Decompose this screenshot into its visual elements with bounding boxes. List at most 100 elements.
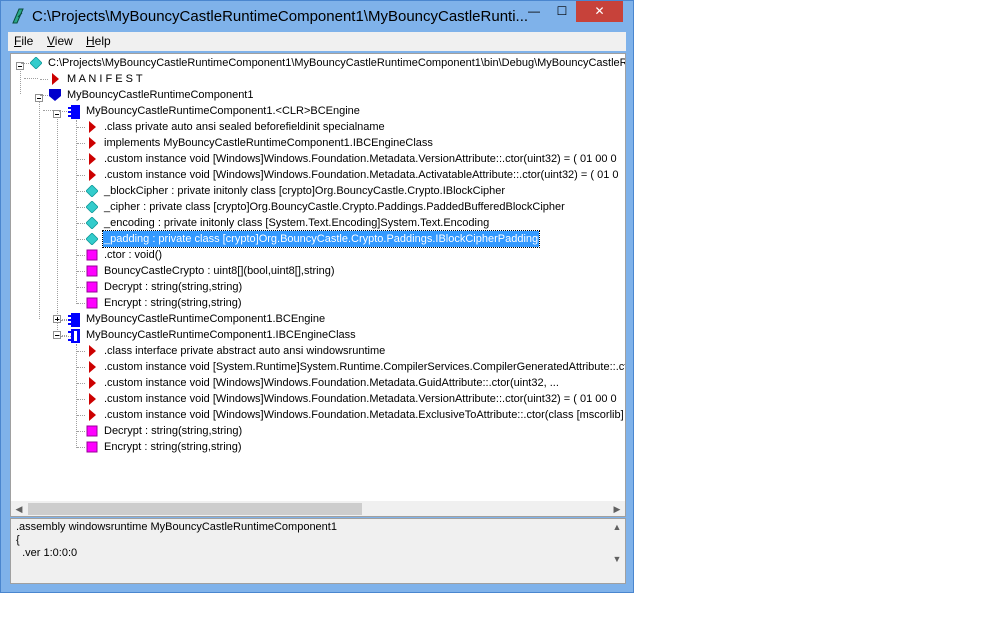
tree-node[interactable]: Decrypt : string(string,string) [77, 279, 625, 295]
tree-node[interactable]: Encrypt : string(string,string) [77, 295, 625, 311]
tree-view[interactable]: C:\Projects\MyBouncyCastleRuntimeCompone… [10, 53, 626, 517]
tree-line [77, 159, 85, 160]
tree-node[interactable]: MyBouncyCastleRuntimeComponent1.IBCEngin… [59, 327, 625, 343]
tree-node[interactable]: .class interface private abstract auto a… [77, 343, 625, 359]
tree-line [21, 63, 29, 64]
detail-pane[interactable]: .assembly windowsruntime MyBouncyCastleR… [10, 518, 626, 584]
tree-node[interactable]: .custom instance void [Windows]Windows.F… [77, 407, 625, 423]
square-magenta-icon [86, 281, 98, 293]
tree-node-label: MyBouncyCastleRuntimeComponent1.<CLR>BCE… [86, 105, 360, 117]
tree-line [77, 271, 85, 272]
scroll-right-icon[interactable]: ▶ [609, 501, 625, 516]
tree-line [77, 367, 85, 368]
scroll-left-icon[interactable]: ◀ [11, 501, 27, 516]
triangle-red-icon [86, 137, 98, 149]
tree-node[interactable]: implements MyBouncyCastleRuntimeComponen… [77, 135, 625, 151]
tree-node-label: .custom instance void [Windows]Windows.F… [104, 393, 617, 405]
tree-node-label: MyBouncyCastleRuntimeComponent1 [67, 89, 254, 101]
tree-node[interactable]: .custom instance void [Windows]Windows.F… [77, 391, 625, 407]
horizontal-scrollbar[interactable]: ◀ ▶ [11, 501, 625, 516]
tree-node-label: MyBouncyCastleRuntimeComponent1.IBCEngin… [86, 329, 356, 341]
tree-line [40, 79, 48, 80]
tree-node[interactable]: M A N I F E S T [40, 71, 625, 87]
window-title: C:\Projects\MyBouncyCastleRuntimeCompone… [32, 8, 529, 25]
tree-node-label: .custom instance void [Windows]Windows.F… [104, 409, 624, 421]
square-magenta-icon [86, 425, 98, 437]
tree-node[interactable]: Decrypt : string(string,string) [77, 423, 625, 439]
tree-node[interactable]: Encrypt : string(string,string) [77, 439, 625, 455]
tree-line [77, 175, 85, 176]
tree-node-label: .class private auto ansi sealed beforefi… [104, 121, 385, 133]
triangle-red-icon [86, 409, 98, 421]
tree-node[interactable]: MyBouncyCastleRuntimeComponent1 [40, 87, 625, 103]
menu-help[interactable]: Help [86, 34, 111, 48]
tree-node-label: .custom instance void [Windows]Windows.F… [104, 377, 559, 389]
tree-line [57, 115, 58, 336]
menu-help-label: elp [94, 34, 111, 48]
minimize-button[interactable]: — [520, 1, 548, 22]
tree-node[interactable]: .custom instance void [Windows]Windows.F… [77, 167, 625, 183]
triangle-red-icon [86, 393, 98, 405]
vertical-scrollbar[interactable]: ▲ ▼ [609, 519, 625, 583]
interface-blue-icon [68, 329, 80, 343]
tree-line [77, 191, 85, 192]
tree-node[interactable]: _blockCipher : private initonly class [c… [77, 183, 625, 199]
close-button[interactable]: ✕ [576, 1, 623, 22]
tree-node[interactable]: MyBouncyCastleRuntimeComponent1.BCEngine [59, 311, 625, 327]
class-blue-icon [68, 313, 80, 327]
diamond-cyan-icon [85, 200, 99, 214]
tree-node[interactable]: .custom instance void [Windows]Windows.F… [77, 375, 625, 391]
app-window: C:\Projects\MyBouncyCastleRuntimeCompone… [0, 0, 634, 593]
tree-node[interactable]: .class private auto ansi sealed beforefi… [77, 119, 625, 135]
tree-line [40, 95, 48, 96]
diamond-cyan-icon [85, 184, 99, 198]
scroll-up-icon[interactable]: ▲ [609, 519, 625, 535]
triangle-red-icon [86, 361, 98, 373]
class-blue-icon [68, 105, 80, 119]
tree-node-label: Encrypt : string(string,string) [104, 297, 242, 309]
tree-node[interactable]: _padding : private class [crypto]Org.Bou… [77, 230, 625, 248]
menu-view[interactable]: View [47, 34, 73, 48]
tree-node[interactable]: MyBouncyCastleRuntimeComponent1.<CLR>BCE… [59, 103, 625, 119]
tree-line [77, 431, 85, 432]
tree-node-label: .custom instance void [System.Runtime]Sy… [104, 361, 625, 373]
tree-node-label: Decrypt : string(string,string) [104, 425, 243, 437]
triangle-red-icon [86, 169, 98, 181]
tree-line [59, 111, 67, 112]
tree-node-label: _blockCipher : private initonly class [c… [104, 185, 506, 197]
tree-line [77, 383, 85, 384]
tree-node[interactable]: .ctor : void() [77, 247, 625, 263]
tree-node-label: M A N I F E S T [67, 73, 143, 85]
diamond-cyan-icon [85, 216, 99, 230]
tree-line [77, 207, 85, 208]
tree-line [77, 399, 85, 400]
tree-node-label: _padding : private class [crypto]Org.Bou… [101, 230, 541, 248]
tree-node[interactable]: .custom instance void [System.Runtime]Sy… [77, 359, 625, 375]
square-magenta-icon [86, 297, 98, 309]
menu-bar: File View Help [8, 32, 626, 51]
tree-node-label: _encoding : private initonly class [Syst… [104, 217, 490, 229]
tree-node-label: BouncyCastleCrypto : uint8[](bool,uint8[… [104, 265, 335, 277]
maximize-button[interactable]: ☐ [548, 1, 576, 22]
tree-node[interactable]: BouncyCastleCrypto : uint8[](bool,uint8[… [77, 263, 625, 279]
menu-file[interactable]: File [14, 34, 33, 48]
tree-node[interactable]: _cipher : private class [crypto]Org.Boun… [77, 199, 625, 215]
shield-blue-icon [49, 89, 61, 101]
tree-node-label: MyBouncyCastleRuntimeComponent1.BCEngine [86, 313, 326, 325]
app-icon [9, 7, 27, 25]
tree-line [76, 344, 77, 448]
scroll-thumb[interactable] [28, 503, 362, 515]
tree-node-label: Encrypt : string(string,string) [104, 441, 242, 453]
triangle-red-icon [86, 153, 98, 165]
square-magenta-icon [86, 265, 98, 277]
tree-line [77, 447, 85, 448]
tree-node[interactable]: .custom instance void [Windows]Windows.F… [77, 151, 625, 167]
tree-node[interactable]: C:\Projects\MyBouncyCastleRuntimeCompone… [21, 55, 625, 71]
title-bar[interactable]: C:\Projects\MyBouncyCastleRuntimeCompone… [1, 1, 633, 32]
tree-line [39, 99, 40, 319]
tree-node-label: _cipher : private class [crypto]Org.Boun… [104, 201, 565, 213]
scroll-down-icon[interactable]: ▼ [609, 551, 625, 567]
tree-line [77, 143, 85, 144]
tree-node[interactable]: _encoding : private initonly class [Syst… [77, 215, 625, 231]
tree-node-label: Decrypt : string(string,string) [104, 281, 243, 293]
